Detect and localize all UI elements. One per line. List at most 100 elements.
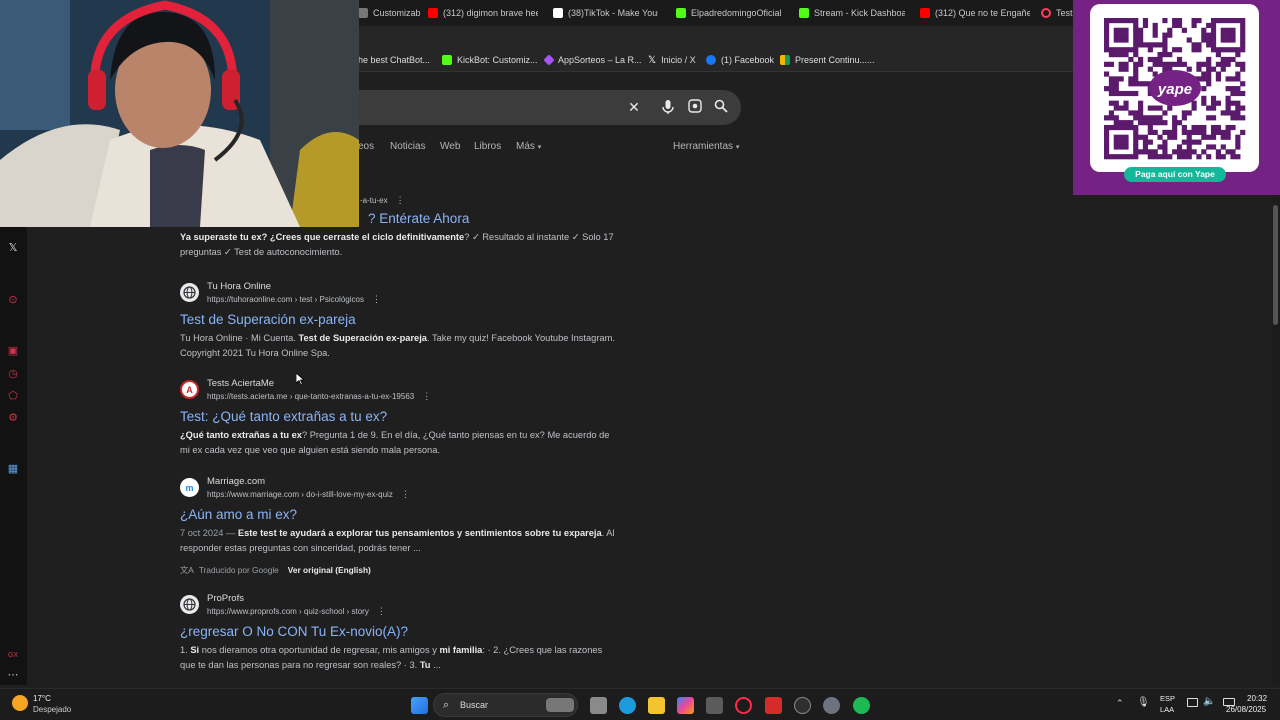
microphone-icon[interactable]: 🎙: [1137, 697, 1150, 708]
result-url: -a-tu-ex ⋮: [360, 195, 405, 205]
taskbar-search[interactable]: ⌕ Buscar: [433, 693, 578, 717]
bookmark-label: he best ChatBot...: [358, 55, 431, 65]
filter-tab-books[interactable]: Libros: [474, 141, 501, 152]
bookmark[interactable]: Present Continu......: [780, 53, 875, 67]
more-options-icon[interactable]: ⋮: [377, 606, 386, 616]
browser-tab-active[interactable]: Test: [1041, 5, 1075, 21]
filter-tab-news[interactable]: Noticias: [390, 141, 426, 152]
opera-gx-icon[interactable]: [735, 697, 752, 714]
page-icon: [358, 8, 368, 18]
tab-label: Test: [1056, 8, 1073, 18]
clock-time[interactable]: 20:32: [1247, 694, 1267, 703]
acierta-logo-icon: A: [180, 380, 199, 399]
filter-tab-videos[interactable]: eos: [358, 141, 374, 152]
tab-label: Customizable C: [373, 8, 420, 18]
language-indicator[interactable]: ESP: [1160, 694, 1175, 703]
result-title-link[interactable]: ? Entérate Ahora: [368, 211, 620, 227]
microphone-icon[interactable]: [660, 99, 676, 115]
browser-tab[interactable]: (312) digimon brave hee: [428, 5, 538, 21]
bookmark-label: Inicio / X: [661, 55, 696, 65]
result-url: https://www.marriage.com › do-i-still-lo…: [207, 489, 410, 499]
keyboard-layout[interactable]: LAA: [1160, 705, 1174, 714]
copilot-icon[interactable]: [677, 697, 694, 714]
result-source[interactable]: m Marriage.com https://www.marriage.com …: [180, 476, 620, 502]
result-site-name: Tests AciertaMe: [207, 378, 275, 389]
result-site-name: ProProfs: [207, 593, 244, 604]
bookmark-label: Present Continu......: [795, 55, 875, 65]
ellipsis-icon[interactable]: ⋯: [7, 669, 19, 681]
app-icon[interactable]: [794, 697, 811, 714]
search-input[interactable]: ✕: [330, 90, 741, 125]
browser-tab[interactable]: (312) Que no te Engañe: [920, 5, 1030, 21]
app-icon[interactable]: ▦: [7, 463, 19, 475]
result-title-link[interactable]: Test de Superación ex-pareja: [180, 312, 620, 328]
taskbar: 17°C Despejado ⌕ Buscar ⌃ 🎙 ESP LAA 🔈 20…: [0, 688, 1280, 720]
search-result: A Tests AciertaMe https://tests.acierta.…: [180, 378, 620, 458]
youtube-icon: [428, 8, 438, 18]
filter-tab-web[interactable]: Web: [440, 141, 460, 152]
bookmark[interactable]: KickBot: Customiz...: [442, 53, 538, 67]
scrollbar[interactable]: [1272, 195, 1280, 685]
bookmark[interactable]: AppSorteos – La R...: [543, 53, 642, 67]
search-icon[interactable]: [713, 99, 729, 115]
windows-start-icon[interactable]: [411, 697, 428, 714]
result-site-name: Marriage.com: [207, 476, 266, 487]
task-view-icon[interactable]: [590, 697, 607, 714]
shape-icon[interactable]: ⬠: [7, 390, 19, 402]
bookmark-icon[interactable]: ▣: [7, 345, 19, 357]
result-snippet: 7 oct 2024 — Este test te ayudará a expl…: [180, 528, 615, 553]
tools-label: Herramientas: [673, 141, 734, 152]
result-snippet: Ya superaste tu ex? ¿Crees que cerraste …: [180, 232, 614, 257]
browser-tab[interactable]: (38)TikTok - Make Your: [553, 5, 658, 21]
filter-tab-more[interactable]: Más ▾: [516, 141, 541, 152]
browser-tab[interactable]: Customizable C: [358, 5, 420, 21]
network-icon[interactable]: [1187, 698, 1198, 707]
result-source[interactable]: Tu Hora Online https://tuhoraonline.com …: [180, 281, 620, 307]
browser-tab[interactable]: Stream - Kick Dashboar: [799, 5, 905, 21]
x-icon[interactable]: 𝕏: [7, 242, 19, 254]
more-label: Más: [516, 141, 535, 152]
view-original-link[interactable]: Ver original (English): [288, 565, 371, 575]
result-title-link[interactable]: ¿regresar O No CON Tu Ex-novio(A)?: [180, 624, 620, 640]
weather-desc: Despejado: [33, 705, 72, 714]
edge-icon[interactable]: [619, 697, 636, 714]
clock-icon[interactable]: ◷: [7, 368, 19, 380]
more-options-icon[interactable]: ⋮: [372, 294, 381, 304]
chevron-up-icon[interactable]: ⌃: [1116, 698, 1124, 709]
settings-icon[interactable]: [823, 697, 840, 714]
bookmark[interactable]: he best ChatBot...: [358, 53, 430, 67]
more-icon[interactable]: GX: [7, 650, 19, 662]
bookmark-label: AppSorteos – La R...: [558, 55, 642, 65]
bookmark[interactable]: (1) Facebook: [706, 53, 774, 67]
kick-icon: [799, 8, 809, 18]
lens-icon[interactable]: [687, 99, 703, 115]
result-source[interactable]: A Tests AciertaMe https://tests.acierta.…: [180, 378, 620, 404]
clock-date[interactable]: 26/08/2025: [1226, 705, 1266, 714]
volume-icon[interactable]: 🔈: [1203, 696, 1215, 707]
more-options-icon[interactable]: ⋮: [396, 195, 405, 205]
result-title-link[interactable]: ¿Aún amo a mi ex?: [180, 507, 620, 523]
tab-label: ElpadredomingoOficial: [691, 8, 782, 18]
result-source[interactable]: ProProfs https://www.proprofs.com › quiz…: [180, 593, 620, 619]
bookmark[interactable]: 𝕏 Inicio / X: [648, 53, 696, 67]
app-icon: [543, 54, 555, 66]
search-result: ProProfs https://www.proprofs.com › quiz…: [180, 593, 620, 673]
settings-icon[interactable]: ⚙: [7, 412, 19, 424]
result-snippet: ¿Qué tanto extrañas a tu ex? Pregunta 1 …: [180, 430, 610, 455]
scrollbar-thumb[interactable]: [1273, 205, 1278, 325]
store-icon[interactable]: [706, 697, 723, 714]
screen: Customizable C (312) digimon brave hee (…: [0, 0, 1280, 720]
more-options-icon[interactable]: ⋮: [422, 391, 431, 401]
clear-icon[interactable]: ✕: [626, 99, 642, 115]
more-options-icon[interactable]: ⋮: [401, 489, 410, 499]
tools-button[interactable]: Herramientas ▾: [673, 141, 739, 152]
circle-icon[interactable]: ⊙: [7, 294, 19, 306]
search-icon: ⌕: [443, 699, 450, 711]
spotify-icon[interactable]: [853, 697, 870, 714]
browser-tab[interactable]: ElpadredomingoOficial: [676, 5, 782, 21]
file-explorer-icon[interactable]: [648, 697, 665, 714]
wps-icon[interactable]: [765, 697, 782, 714]
yape-pay-button[interactable]: Paga aquí con Yape: [1124, 167, 1226, 182]
webcam-feed-image: [0, 0, 359, 227]
result-title-link[interactable]: Test: ¿Qué tanto extrañas a tu ex?: [180, 409, 620, 425]
